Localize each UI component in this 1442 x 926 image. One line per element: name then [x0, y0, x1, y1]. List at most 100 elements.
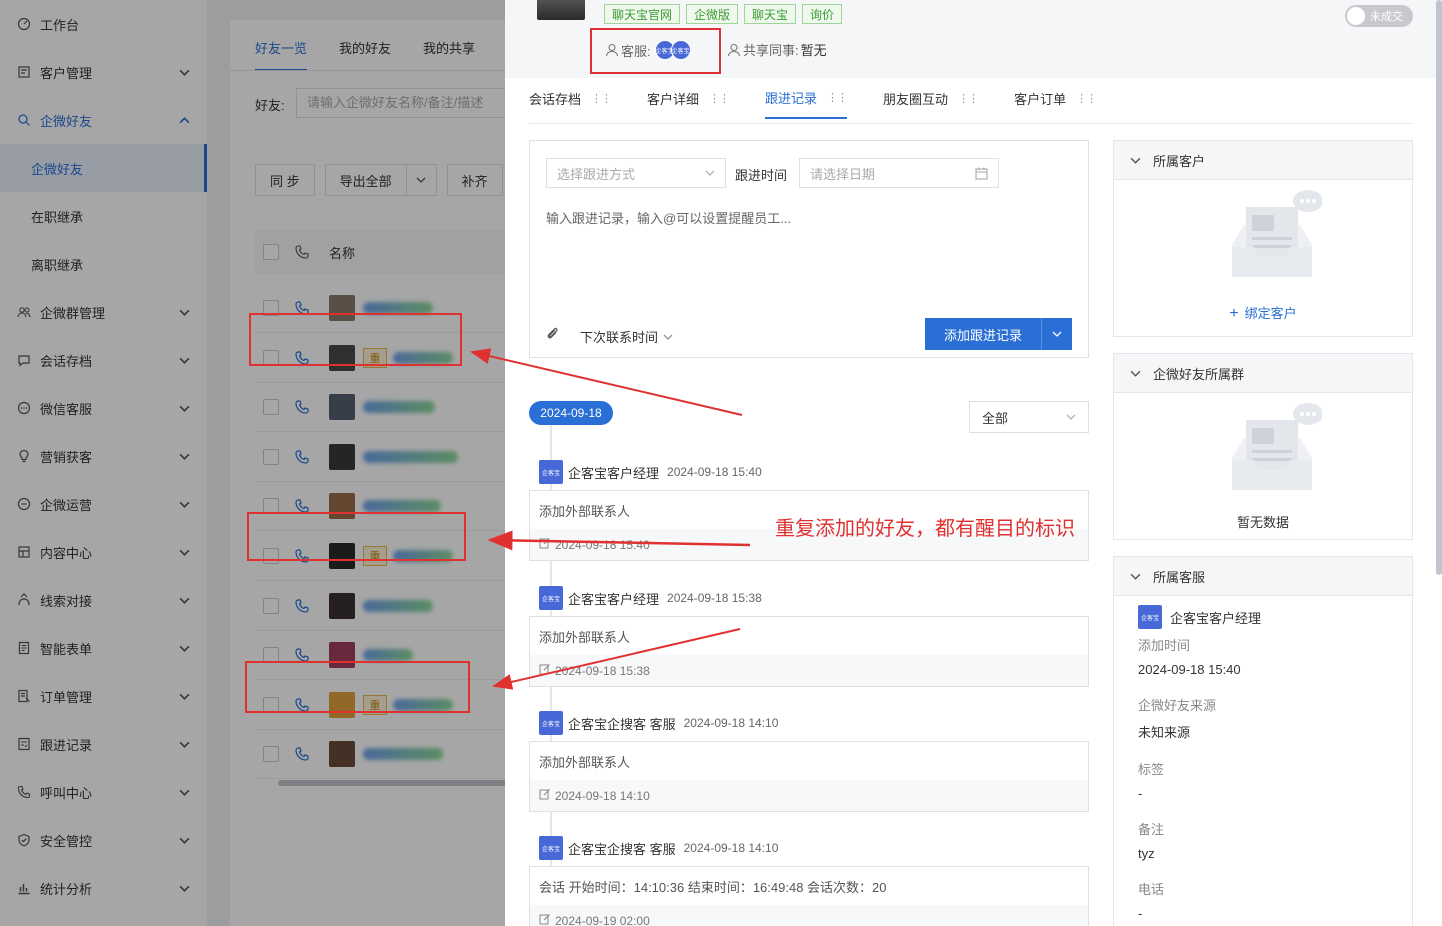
sidebar-item[interactable]: 统计分析 — [0, 864, 207, 912]
edit-icon[interactable] — [539, 788, 551, 803]
phone-icon[interactable] — [295, 648, 313, 662]
table-row[interactable] — [255, 730, 535, 780]
phone-icon[interactable] — [295, 499, 313, 513]
bind-customer-link[interactable]: + 绑定客户 — [1114, 303, 1412, 323]
horizontal-scrollbar[interactable] — [278, 780, 538, 786]
friend-name[interactable] — [393, 550, 453, 562]
tab-my-shared[interactable]: 我的共享 — [423, 38, 475, 71]
panel-header[interactable]: 企微好友所属群 — [1114, 354, 1412, 393]
sidebar-item[interactable]: 企微群管理 — [0, 288, 207, 336]
sidebar-item[interactable]: 订单管理 — [0, 672, 207, 720]
edit-icon[interactable] — [539, 913, 551, 926]
tab-follow-up[interactable]: 跟进记录 ⋮⋮ — [765, 88, 848, 119]
fill-button[interactable]: 补齐 — [446, 164, 503, 196]
row-checkbox[interactable] — [263, 300, 279, 316]
sidebar-subitem[interactable]: 在职继承 — [0, 192, 207, 240]
friend-name[interactable] — [393, 698, 453, 711]
table-row[interactable] — [255, 482, 535, 532]
table-row[interactable] — [255, 383, 535, 433]
table-row[interactable] — [255, 433, 535, 482]
sidebar-item[interactable]: 营销获客 — [0, 432, 207, 480]
friend-name[interactable] — [363, 649, 413, 662]
export-all-button[interactable]: 导出全部 — [324, 164, 407, 196]
add-follow-up-button[interactable]: 添加跟进记录 — [925, 318, 1041, 350]
friend-name[interactable] — [363, 500, 441, 513]
tab-my-friends[interactable]: 我的好友 — [339, 38, 391, 71]
drag-handle-icon[interactable]: ⋮⋮ — [1076, 92, 1097, 105]
phone-icon[interactable] — [295, 301, 313, 315]
tab-orders[interactable]: 客户订单 ⋮⋮ — [1014, 88, 1097, 119]
sidebar-subitem[interactable]: 企微好友 — [0, 144, 207, 192]
edit-icon[interactable] — [539, 663, 551, 678]
friend-name[interactable] — [363, 748, 443, 761]
follow-date-picker[interactable]: 请选择日期 — [799, 158, 999, 188]
table-row[interactable]: 重 — [255, 334, 535, 383]
sidebar-item[interactable]: 客户管理 — [0, 48, 207, 96]
export-dropdown-button[interactable] — [406, 164, 437, 196]
sidebar-item[interactable]: 跟进记录 — [0, 720, 207, 768]
drag-handle-icon[interactable]: ⋮⋮ — [591, 92, 612, 105]
sidebar-item[interactable]: 工作台 — [0, 0, 207, 48]
table-row[interactable] — [255, 582, 535, 631]
drag-handle-icon[interactable]: ⋮⋮ — [958, 92, 979, 105]
phone-icon[interactable] — [295, 549, 313, 563]
table-row[interactable] — [255, 284, 535, 333]
sync-button[interactable]: 同 步 — [255, 164, 315, 196]
tab-customer-detail[interactable]: 客户详细 ⋮⋮ — [647, 88, 730, 119]
sidebar-item[interactable]: 呼叫中心 — [0, 768, 207, 816]
deal-status-toggle[interactable]: 未成交 — [1345, 5, 1413, 27]
sidebar-item[interactable]: 内容中心 — [0, 528, 207, 576]
table-row[interactable] — [255, 631, 535, 681]
drag-handle-icon[interactable]: ⋮⋮ — [827, 91, 848, 104]
tab-moments[interactable]: 朋友圈互动 ⋮⋮ — [883, 88, 979, 119]
friend-name[interactable] — [363, 450, 458, 463]
sidebar-item[interactable]: 微信客服 — [0, 384, 207, 432]
phone-icon[interactable] — [295, 747, 313, 761]
row-checkbox[interactable] — [263, 349, 279, 366]
friend-name[interactable] — [393, 351, 453, 364]
row-checkbox[interactable] — [263, 597, 279, 614]
edit-icon[interactable] — [539, 537, 551, 552]
row-checkbox[interactable] — [263, 696, 279, 713]
friend-name[interactable] — [363, 599, 433, 612]
tab-chat-archive[interactable]: 会话存档 ⋮⋮ — [529, 88, 612, 119]
select-all-checkbox[interactable] — [263, 244, 279, 260]
attachment-icon[interactable] — [546, 327, 560, 344]
row-checkbox[interactable] — [263, 448, 279, 465]
friend-name[interactable] — [363, 401, 435, 414]
sidebar-item[interactable]: 智能表单 — [0, 624, 207, 672]
page-scrollbar[interactable] — [1436, 0, 1442, 575]
drag-handle-icon[interactable]: ⋮⋮ — [709, 92, 730, 105]
phone-icon[interactable] — [295, 400, 313, 414]
sidebar-item[interactable]: 企微好友 — [0, 96, 207, 144]
row-checkbox[interactable] — [263, 548, 279, 564]
friend-name[interactable] — [363, 302, 433, 314]
record-filter-select[interactable]: 全部 — [969, 401, 1089, 433]
table-row[interactable]: 重 — [255, 532, 535, 581]
next-contact-time[interactable]: 下次联系时间 — [580, 327, 673, 346]
phone-icon[interactable] — [295, 598, 313, 613]
tab-friends-overview[interactable]: 好友一览 — [255, 38, 308, 71]
panel-header[interactable]: 所属客户 — [1114, 141, 1412, 180]
row-checkbox[interactable] — [263, 399, 279, 416]
follow-method-select[interactable]: 选择跟进方式 — [546, 158, 726, 188]
row-checkbox[interactable] — [263, 647, 279, 664]
avatar — [329, 394, 355, 421]
sidebar-item[interactable]: 安全管控 — [0, 816, 207, 864]
table-row[interactable]: 重 — [255, 681, 535, 730]
panel-header[interactable]: 所属客服 — [1114, 557, 1412, 596]
phone-icon[interactable] — [295, 698, 313, 712]
sidebar-item[interactable]: 线索对接 — [0, 576, 207, 624]
friend-search-input[interactable]: 请输入企微好友名称/备注/描述 — [296, 88, 536, 118]
sidebar-item[interactable]: 企微运营 — [0, 480, 207, 528]
row-checkbox[interactable] — [263, 746, 279, 763]
sidebar-subitem[interactable]: 离职继承 — [0, 240, 207, 288]
row-checkbox[interactable] — [263, 498, 279, 515]
record-icon — [16, 736, 32, 752]
sidebar-item[interactable]: 会话存档 — [0, 336, 207, 384]
add-follow-up-dropdown[interactable] — [1041, 318, 1072, 350]
follow-up-textarea[interactable]: 输入跟进记录，输入@可以设置提醒员工... — [546, 208, 791, 227]
phone-icon[interactable] — [295, 450, 313, 464]
phone-icon[interactable] — [295, 350, 313, 365]
service-avatar[interactable]: 企客宝 — [670, 40, 691, 60]
